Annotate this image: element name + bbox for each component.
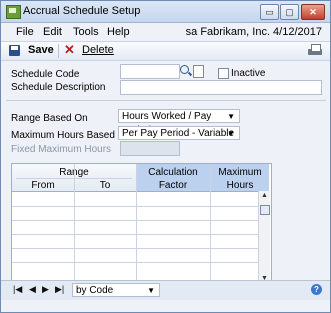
printer-icon[interactable] — [308, 44, 322, 57]
table-row[interactable] — [12, 234, 260, 235]
accrual-schedule-setup-window: Accrual Schedule Setup ▭ ▢ ✕ File Edit T… — [0, 0, 331, 313]
range-based-on-label: Range Based On — [11, 113, 88, 124]
max-hours-based-on-dropdown[interactable]: Per Pay Period - Variable ▼ — [118, 126, 240, 140]
fixed-max-hours-label: Fixed Maximum Hours — [11, 144, 112, 155]
schedule-description-label: Schedule Description — [11, 82, 106, 93]
schedule-code-input[interactable] — [120, 64, 180, 79]
schedule-code-label: Schedule Code — [11, 69, 80, 80]
inactive-label: Inactive — [231, 68, 266, 79]
delete-icon[interactable]: ✕ — [64, 43, 75, 57]
grid-column-divider — [210, 164, 211, 286]
delete-button[interactable]: Delete — [82, 44, 114, 56]
table-row[interactable] — [12, 220, 260, 221]
grid-scrollbar[interactable]: ▲ ▼ — [258, 191, 270, 286]
toolbar: Save ✕ Delete — [1, 41, 330, 61]
to-column-header: To — [99, 180, 111, 191]
note-icon[interactable] — [193, 65, 204, 78]
menu-tools[interactable]: Tools — [73, 26, 99, 38]
close-button[interactable]: ✕ — [301, 4, 325, 20]
max-hours-based-on-value: Per Pay Period - Variable — [122, 128, 235, 139]
window-title: Accrual Schedule Setup — [23, 5, 141, 17]
grid-column-divider — [74, 164, 75, 286]
chevron-down-icon: ▼ — [227, 129, 235, 138]
max-hours-based-on-label: Maximum Hours Based On — [11, 130, 132, 141]
minimize-button[interactable]: ▭ — [260, 4, 279, 20]
section-divider — [6, 100, 326, 101]
grid-column-divider — [136, 164, 137, 286]
lookup-icon[interactable] — [180, 65, 191, 76]
help-icon[interactable]: ? — [311, 284, 322, 295]
toolbar-separator — [58, 44, 59, 58]
title-bar: Accrual Schedule Setup ▭ ▢ ✕ — [1, 1, 330, 23]
last-record-button[interactable]: ▶| — [55, 284, 64, 295]
from-column-header: From — [31, 180, 55, 191]
next-record-button[interactable]: ▶ — [42, 284, 49, 295]
sort-order-dropdown[interactable]: by Code ▼ — [72, 283, 160, 297]
sort-order-value: by Code — [76, 285, 114, 296]
schedule-description-input[interactable] — [120, 80, 322, 95]
previous-record-button[interactable]: ◀ — [29, 284, 36, 295]
chevron-down-icon: ▼ — [147, 286, 155, 295]
inactive-checkbox[interactable] — [218, 68, 229, 79]
first-record-button[interactable]: |◀ — [13, 284, 22, 295]
table-row[interactable] — [12, 262, 260, 263]
table-row[interactable] — [12, 248, 260, 249]
maximum-column-header: Maximum — [218, 167, 262, 178]
app-icon — [6, 5, 21, 19]
calculation-column-header: Calculation — [148, 167, 198, 178]
hours-column-header: Hours — [226, 180, 254, 191]
table-row[interactable] — [12, 206, 260, 207]
menu-edit[interactable]: Edit — [43, 26, 62, 38]
scroll-thumb[interactable] — [260, 205, 270, 215]
company-date-info: sa Fabrikam, Inc. 4/12/2017 — [185, 26, 322, 38]
scroll-up-icon[interactable]: ▲ — [261, 192, 268, 199]
factor-column-header: Factor — [158, 180, 188, 191]
restore-button[interactable]: ▢ — [280, 4, 299, 20]
accrual-range-grid: Range From To Calculation Factor Maximum… — [11, 163, 272, 287]
menu-file[interactable]: File — [16, 26, 34, 38]
save-button[interactable]: Save — [28, 44, 54, 56]
menu-bar: File Edit Tools Help sa Fabrikam, Inc. 4… — [1, 23, 330, 41]
range-based-on-dropdown[interactable]: Hours Worked / Pay Period ▼ — [118, 109, 240, 136]
fixed-max-hours-input — [120, 141, 180, 156]
record-navigation-bar — [1, 280, 330, 300]
save-icon[interactable] — [9, 45, 20, 56]
chevron-down-icon: ▼ — [227, 112, 235, 121]
menu-help[interactable]: Help — [107, 26, 130, 38]
